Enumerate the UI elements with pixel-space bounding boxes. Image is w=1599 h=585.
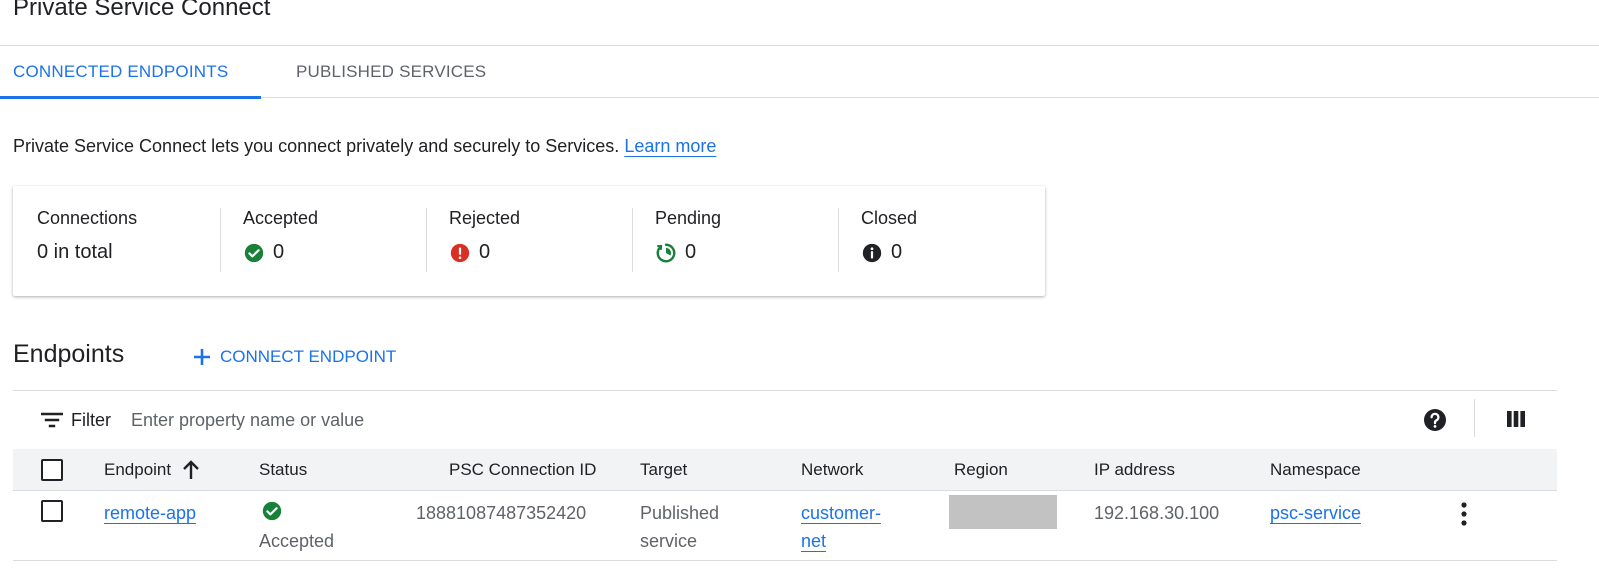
region-cell-redacted	[949, 495, 1057, 529]
arrow-upward-icon	[181, 459, 201, 481]
endpoint-cell: remote-app	[104, 499, 196, 527]
column-header-namespace[interactable]: Namespace	[1270, 449, 1361, 491]
psc-connection-id-cell: 18881087487352420	[416, 503, 587, 523]
table-header: Endpoint Status PSC Connection ID Target…	[13, 449, 1557, 491]
tab-connected-endpoints[interactable]: CONNECTED ENDPOINTS	[0, 46, 261, 99]
tab-published-services[interactable]: PUBLISHED SERVICES	[296, 46, 486, 98]
more-vert-icon[interactable]	[1454, 501, 1474, 527]
stat-accepted: Accepted 0	[243, 208, 318, 272]
stat-connections-value-row: 0 in total	[37, 241, 137, 264]
connect-endpoint-label: CONNECT ENDPOINT	[220, 347, 397, 366]
namespace-cell: psc-service	[1270, 499, 1361, 527]
namespace-link[interactable]: psc-service	[1270, 503, 1361, 523]
filter-divider	[1474, 399, 1475, 437]
stat-pending-label: Pending	[655, 208, 722, 228]
intro-description: Private Service Connect lets you connect…	[13, 136, 620, 156]
stat-closed-value-row: 0	[861, 241, 917, 264]
filter-label: Filter	[71, 410, 111, 430]
filter-bar: Filter	[13, 391, 1557, 449]
column-header-network[interactable]: Network	[801, 449, 863, 491]
tab-bar: CONNECTED ENDPOINTS PUBLISHED SERVICES	[0, 46, 1599, 99]
stat-divider	[632, 208, 633, 272]
target-line-1: Published	[640, 503, 720, 523]
filter-list-icon[interactable]	[40, 410, 64, 435]
error-icon	[449, 242, 471, 264]
stat-pending-value: 0	[685, 241, 697, 263]
column-display-options-icon[interactable]	[1505, 409, 1527, 434]
network-cell: customer- net	[801, 499, 881, 555]
stat-divider	[838, 208, 839, 272]
connections-summary-card: Connections 0 in total Accepted 0 Reject…	[13, 186, 1045, 296]
filter-input[interactable]	[131, 405, 931, 435]
plus-icon	[192, 347, 212, 367]
status-cell: Accepted	[259, 499, 334, 555]
status-label: Accepted	[259, 531, 335, 551]
column-header-ip-address[interactable]: IP address	[1094, 449, 1175, 491]
stat-closed: Closed 0	[861, 208, 917, 272]
endpoint-link[interactable]: remote-app	[104, 503, 196, 523]
check-circle-icon	[261, 499, 334, 523]
ip-address-cell: 192.168.30.100	[1094, 503, 1220, 523]
check-circle-icon	[243, 242, 265, 264]
endpoints-section-title: Endpoints	[13, 340, 125, 368]
row-checkbox[interactable]	[41, 500, 63, 522]
column-header-region[interactable]: Region	[954, 449, 1008, 491]
info-icon	[861, 242, 883, 264]
stat-divider	[426, 208, 427, 272]
stat-pending-value-row: 0	[655, 241, 721, 264]
stat-divider	[220, 208, 221, 272]
column-header-psc-connection-id[interactable]: PSC Connection ID	[449, 449, 596, 491]
column-header-status[interactable]: Status	[259, 449, 307, 491]
stat-rejected-value: 0	[479, 241, 491, 263]
stat-connections-label: Connections	[37, 208, 138, 228]
network-link-line-1[interactable]: customer-	[801, 503, 881, 523]
intro-text: Private Service Connect lets you connect…	[13, 136, 716, 157]
stat-accepted-value-row: 0	[243, 241, 318, 264]
target-line-2: service	[640, 531, 698, 551]
help-icon[interactable]	[1423, 408, 1447, 437]
network-link-line-2[interactable]: net	[801, 531, 826, 551]
stat-rejected-value-row: 0	[449, 241, 520, 264]
pending-icon	[655, 242, 677, 264]
table-row: remote-app Accepted 18881087487352420 Pu…	[13, 491, 1557, 561]
select-all-checkbox[interactable]	[41, 459, 63, 481]
stat-connections-value: 0 in total	[37, 241, 113, 263]
column-header-endpoint[interactable]: Endpoint	[104, 449, 201, 491]
page-title: Private Service Connect	[13, 0, 271, 21]
column-header-target[interactable]: Target	[640, 449, 687, 491]
learn-more-link[interactable]: Learn more	[624, 136, 716, 156]
stat-accepted-value: 0	[273, 241, 285, 263]
stat-rejected: Rejected 0	[449, 208, 520, 272]
stat-accepted-label: Accepted	[243, 208, 319, 228]
stat-rejected-label: Rejected	[449, 208, 521, 228]
stat-connections: Connections 0 in total	[37, 208, 137, 272]
stat-closed-value: 0	[891, 241, 903, 263]
stat-pending: Pending 0	[655, 208, 721, 272]
stat-closed-label: Closed	[861, 208, 918, 228]
connect-endpoint-button[interactable]: CONNECT ENDPOINT	[192, 344, 396, 370]
target-cell: Published service	[640, 499, 719, 555]
column-header-endpoint-label: Endpoint	[104, 460, 172, 479]
